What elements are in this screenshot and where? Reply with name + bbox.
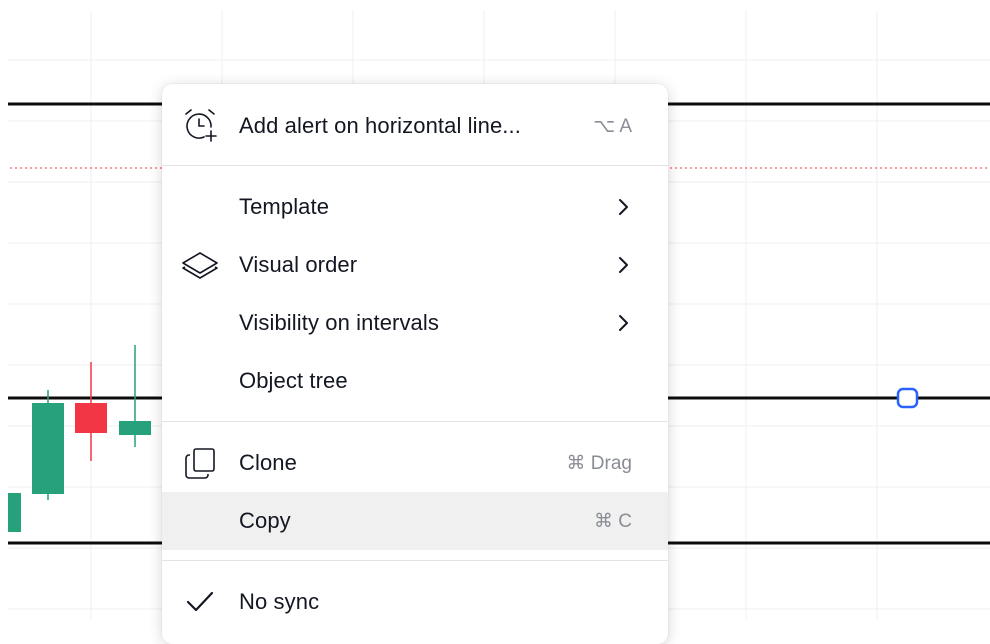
menu-item-clone[interactable]: Clone ⌘ Drag: [162, 434, 668, 492]
menu-item-visibility-on-intervals[interactable]: Visibility on intervals: [162, 294, 668, 352]
candle-body: [75, 403, 107, 433]
menu-item-label: No sync: [239, 589, 320, 614]
candle-body: [32, 403, 64, 494]
menu-item-template[interactable]: Template: [162, 178, 668, 236]
context-menu: Add alert on horizontal line... ⌥ A Temp…: [162, 84, 668, 644]
menu-item-add-alert[interactable]: Add alert on horizontal line... ⌥ A: [162, 97, 668, 155]
checkmark-icon: [178, 580, 222, 624]
line-drag-handle[interactable]: [896, 387, 919, 409]
chevron-right-icon: [616, 255, 630, 275]
menu-item-shortcut: ⌘ C: [594, 510, 632, 532]
menu-item-label: Clone: [239, 450, 297, 475]
candle-body: [119, 421, 151, 435]
menu-item-label: Copy: [239, 508, 291, 533]
alarm-clock-plus-icon: [178, 104, 222, 148]
menu-divider: [162, 421, 668, 422]
menu-item-copy[interactable]: Copy ⌘ C: [162, 492, 668, 550]
menu-item-no-sync[interactable]: No sync: [162, 573, 668, 631]
menu-item-visual-order[interactable]: Visual order: [162, 236, 668, 294]
menu-item-label: Visual order: [239, 252, 358, 277]
menu-divider: [162, 560, 668, 561]
candlesticks: [8, 345, 151, 532]
menu-item-label: Template: [239, 194, 330, 219]
menu-item-label: Object tree: [239, 368, 348, 393]
menu-item-label: Visibility on intervals: [239, 310, 439, 335]
menu-item-shortcut: ⌥ A: [593, 115, 632, 137]
candle-body: [8, 493, 21, 532]
layers-icon: [178, 243, 222, 287]
menu-item-label: Add alert on horizontal line...: [239, 113, 521, 138]
menu-item-shortcut: ⌘ Drag: [566, 452, 632, 474]
clone-icon: [178, 441, 222, 485]
chevron-right-icon: [616, 313, 630, 333]
chevron-right-icon: [616, 197, 630, 217]
menu-divider: [162, 165, 668, 166]
menu-item-object-tree[interactable]: Object tree: [162, 352, 668, 410]
